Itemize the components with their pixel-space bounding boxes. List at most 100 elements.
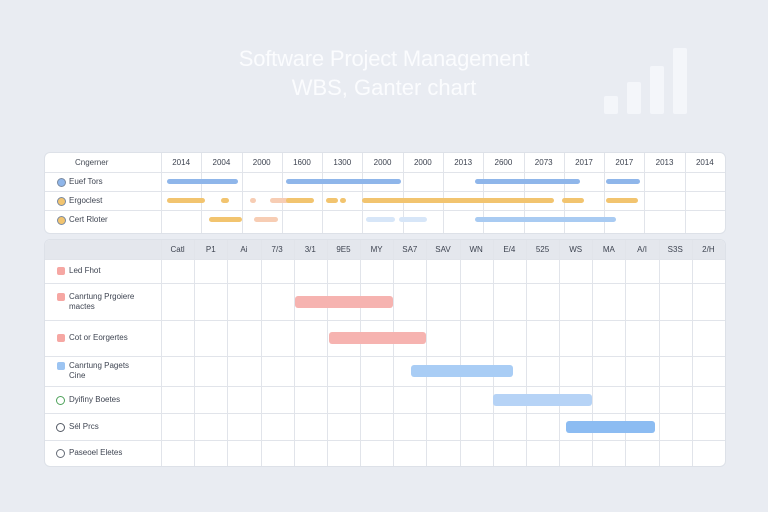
gantt-segment: [249, 198, 256, 203]
grid-line-v: [281, 153, 283, 233]
row-label: Sél Prcs: [69, 421, 99, 431]
gantt-segment: [362, 198, 554, 203]
column-label: WS: [569, 245, 583, 254]
column-label: 2014: [695, 158, 714, 167]
row-marker-dot: [57, 197, 66, 206]
row-label: Cert Rloter: [69, 214, 108, 224]
grid-line-v: [684, 153, 686, 233]
gantt-segment: [561, 198, 584, 203]
gantt-segment: [285, 198, 315, 203]
column-label: 7/3: [271, 245, 283, 254]
grid-line-h: [45, 210, 725, 211]
row-label: Canrtung Pagets: [69, 361, 130, 370]
row-label: Canrtung Prgoiere: [69, 291, 135, 301]
row-label: Dyifiny Boetes: [69, 394, 121, 404]
row-marker-dot: [57, 178, 66, 187]
gantt-bar: [411, 365, 513, 377]
row-label: Cot or Eorgertes: [69, 333, 128, 342]
grid-line-h: [45, 259, 725, 260]
row-marker-ring: [56, 422, 65, 432]
row-label: Ergoclest: [69, 195, 103, 205]
row-marker-ring: [56, 395, 65, 405]
grid-line-v: [658, 240, 660, 466]
column-label: 2014: [172, 158, 191, 167]
column-label: 2000: [373, 158, 392, 167]
column-label: E/4: [503, 245, 516, 254]
grid-line-v: [360, 240, 362, 466]
row-marker-square: [57, 334, 65, 342]
grid-line-v: [260, 240, 262, 466]
gantt-bar: [328, 332, 427, 344]
row-label-line2: mactes: [69, 301, 95, 311]
column-label: 2004: [212, 158, 231, 167]
grid-line-v: [362, 153, 364, 233]
column-label: 2017: [615, 158, 634, 167]
grid-line-v: [426, 240, 428, 466]
column-label: 2600: [494, 158, 513, 167]
row-marker-square: [57, 267, 65, 275]
grid-line-v: [459, 240, 461, 466]
grid-line-v: [393, 240, 395, 466]
column-label: Catl: [170, 245, 185, 254]
row-marker-dot: [57, 216, 66, 225]
grid-line-h: [45, 283, 725, 284]
column-label: 2/H: [702, 245, 715, 254]
column-label: 2000: [413, 158, 432, 167]
gantt-segment: [209, 217, 242, 222]
grid-line-v: [725, 240, 726, 466]
gantt-segment: [340, 198, 347, 203]
column-label: SAV: [435, 245, 451, 254]
gantt-bar: [565, 420, 656, 433]
grid-line-h: [45, 320, 725, 321]
gantt-segment: [606, 179, 641, 184]
column-label: 9E5: [336, 245, 351, 254]
gantt-segment: [366, 217, 395, 222]
row-marker-ring: [56, 449, 65, 458]
row-marker-square: [57, 362, 65, 370]
wbs-gantt-panel: Cngerner 2014 2004 2000 1600 1300 2000 2000 2013…: [44, 152, 726, 234]
gantt-segment: [606, 198, 639, 203]
row-label-line2: Cine: [69, 371, 86, 380]
column-label: P1: [205, 245, 216, 254]
gantt-segment: [167, 179, 238, 184]
gantt-segment: [221, 198, 230, 203]
grid-line-h: [45, 172, 725, 173]
grid-line-v: [161, 240, 162, 466]
column-label: S3S: [667, 245, 683, 254]
row-label: Paseoel Eletes: [69, 448, 123, 457]
column-label: 2017: [575, 158, 593, 167]
column-label: A/I: [637, 245, 647, 254]
grid-line-v: [201, 153, 203, 233]
gantt-segment: [398, 217, 427, 222]
grid-line-v: [691, 240, 693, 466]
row-label: Euef Tors: [69, 176, 103, 186]
gantt-segment: [253, 217, 278, 222]
column-label: 2000: [252, 158, 271, 167]
column-label: 2073: [534, 158, 553, 167]
grid-line-h: [45, 386, 725, 387]
grid-line-v: [326, 240, 328, 466]
grid-line-v: [443, 153, 444, 233]
grid-line-h: [45, 413, 725, 414]
column-label: 3/1: [304, 245, 316, 254]
grid-line-v: [525, 240, 527, 466]
bar-chart-icon: [604, 46, 688, 114]
schedule-gantt-panel: Catl P1 Ai 7/3 3/1 9E5 MY SA7 SAV WN E/4 525 WS MA A/I…: [44, 239, 726, 467]
gantt-bar: [492, 393, 593, 406]
grid-line-v: [293, 240, 295, 466]
row-marker-square: [57, 292, 65, 301]
gantt-segment: [326, 198, 339, 203]
column-label: Ai: [240, 245, 248, 254]
grid-line-v: [559, 240, 561, 466]
column-label: SA7: [402, 245, 418, 254]
grid-line-h: [45, 440, 725, 441]
gantt-segment: [475, 179, 580, 184]
grid-line-v: [227, 240, 229, 466]
corner-label: Cngerner: [75, 158, 109, 167]
grid-line-h: [45, 191, 725, 192]
row-label: Led Fhot: [69, 266, 101, 275]
grid-line-h: [45, 356, 725, 357]
column-label: 2013: [655, 158, 674, 167]
gantt-segment: [285, 179, 401, 184]
grid-line-v: [644, 153, 646, 233]
